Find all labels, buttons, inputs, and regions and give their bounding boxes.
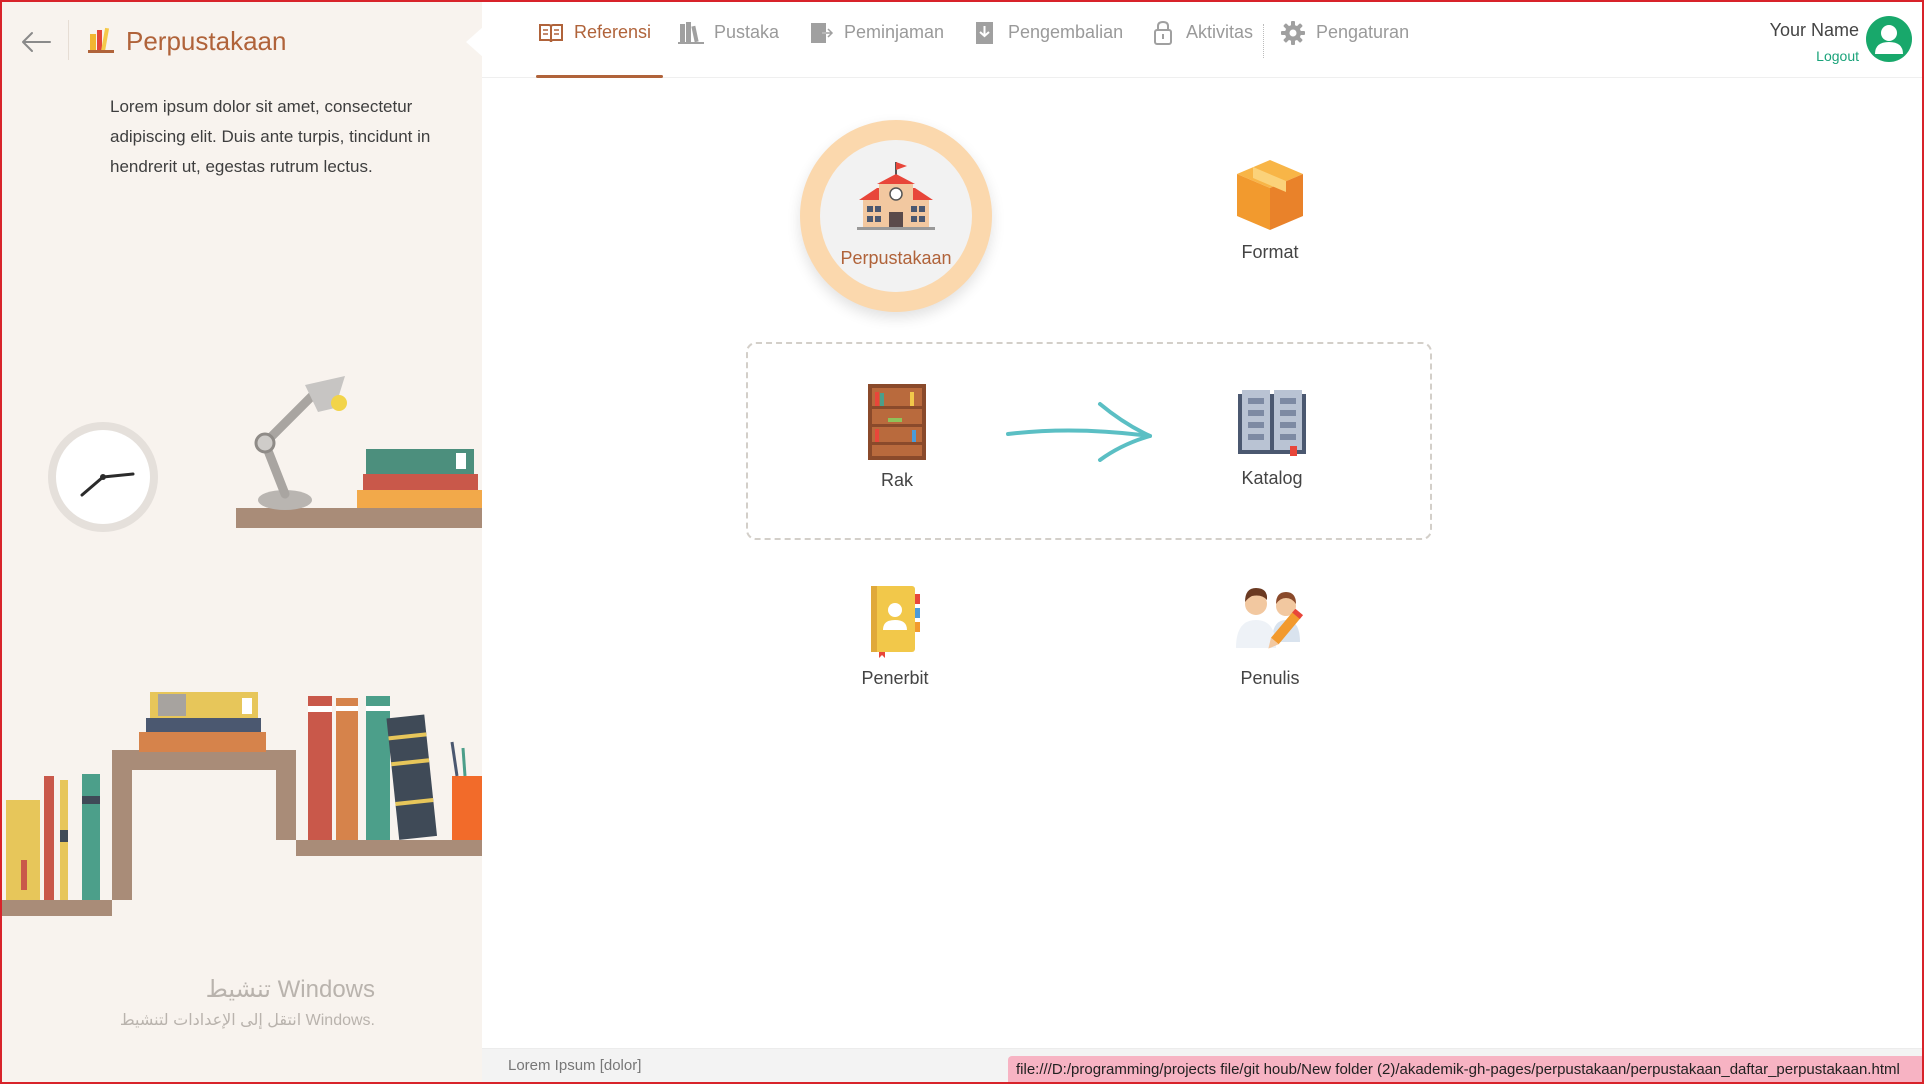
- tile-label: Katalog: [1241, 468, 1303, 488]
- tile-label: Penulis: [1240, 668, 1300, 688]
- logout-link[interactable]: Logout: [1816, 48, 1859, 64]
- tab-pengembalian[interactable]: Pengembalian: [972, 18, 1123, 76]
- sidebar: Perpustakaan Lorem ipsum dolor sit amet,…: [0, 0, 482, 1084]
- tab-pustaka[interactable]: Pustaka: [678, 18, 779, 76]
- tile-label: Format: [1241, 242, 1299, 262]
- arrow-right-icon: [1006, 402, 1152, 462]
- lamp-shelf: [236, 376, 482, 528]
- watermark-line-2: انتقل إلى الإعدادات لتنشيط Windows.: [119, 1012, 375, 1029]
- status-text: Lorem Ipsum [dolor]: [508, 1057, 642, 1074]
- catalog-book-icon: [1238, 390, 1306, 456]
- clock-icon: [48, 422, 158, 532]
- activity-icon: [1154, 20, 1172, 45]
- tile-penerbit[interactable]: Penerbit: [858, 584, 932, 689]
- tab-label: Referensi: [574, 22, 652, 42]
- link-url-tooltip: file:///D:/programming/projects file/git…: [1008, 1056, 1922, 1084]
- tab-label: Pustaka: [714, 22, 780, 42]
- tab-aktivitas[interactable]: Aktivitas: [1150, 18, 1253, 76]
- book-open-icon: [539, 24, 563, 43]
- tile-perpustakaan[interactable]: Perpustakaan: [800, 120, 992, 312]
- tab-label: Peminjaman: [844, 22, 945, 42]
- publisher-book-icon: [871, 586, 920, 658]
- tile-katalog[interactable]: Katalog: [1234, 388, 1310, 489]
- tab-referensi[interactable]: Referensi: [535, 18, 664, 78]
- library-illustration: [0, 376, 482, 916]
- tile-rak[interactable]: Rak: [862, 384, 932, 491]
- bookshelf-icon: [868, 384, 926, 460]
- user-name: Your Name: [1769, 20, 1859, 40]
- tile-label: Rak: [880, 470, 913, 490]
- sidebar-notch: [466, 26, 484, 58]
- bookshelf-bottom: [0, 692, 482, 916]
- books-icon: [678, 22, 704, 44]
- authors-icon: [1236, 588, 1304, 649]
- tab-peminjaman[interactable]: Peminjaman: [808, 18, 944, 76]
- tile-format[interactable]: Format: [1230, 158, 1310, 263]
- user-icon: [1875, 25, 1903, 54]
- school-building-icon: [857, 162, 935, 230]
- tab-label: Pengembalian: [1008, 22, 1124, 42]
- avatar[interactable]: [1866, 16, 1912, 62]
- return-icon: [976, 22, 993, 44]
- tab-label: Pengaturan: [1316, 22, 1410, 42]
- tile-penulis[interactable]: Penulis: [1232, 584, 1308, 689]
- tile-label: Perpustakaan: [840, 248, 952, 268]
- tab-label: Aktivitas: [1186, 22, 1254, 42]
- windows-activation-watermark: تنشيط Windows انتقل إلى الإعدادات لتنشيط…: [90, 975, 375, 1030]
- nav-divider: [1263, 24, 1264, 58]
- tile-label: Penerbit: [861, 668, 929, 688]
- tab-pengaturan[interactable]: Pengaturan: [1280, 18, 1409, 76]
- top-navigation: Referensi Pustaka Peminjaman Pengembalia…: [482, 0, 1924, 78]
- gear-icon: [1281, 21, 1305, 45]
- watermark-line-1: تنشيط Windows: [205, 976, 375, 1003]
- box-icon: [1237, 160, 1303, 230]
- borrow-icon: [811, 23, 834, 43]
